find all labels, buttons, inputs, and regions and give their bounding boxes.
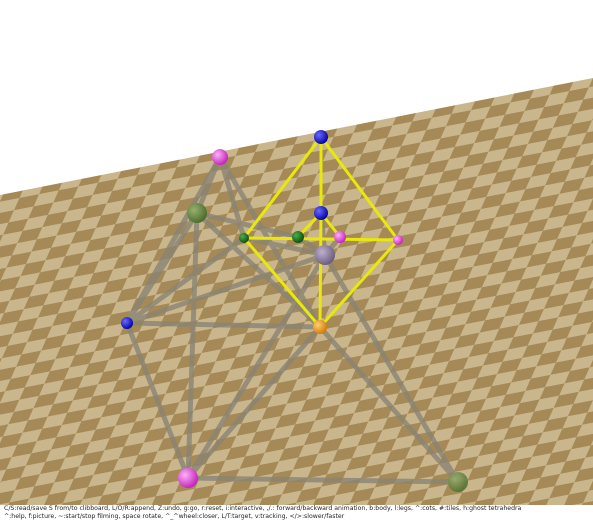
magenta-joint[interactable] xyxy=(178,468,198,488)
keyboard-help-bar: C/S:read/save S from/to clibboard, L/O/R… xyxy=(4,505,589,522)
yellow-strut xyxy=(318,211,323,329)
orange-joint[interactable] xyxy=(313,320,327,334)
blue-joint[interactable] xyxy=(314,206,328,220)
blue-joint[interactable] xyxy=(121,317,133,329)
olive-joint[interactable] xyxy=(187,203,207,223)
green-joint[interactable] xyxy=(292,231,304,243)
magenta-joint[interactable] xyxy=(334,231,346,243)
purple-body-joint[interactable] xyxy=(315,245,335,265)
magenta-joint[interactable] xyxy=(393,235,403,245)
olive-joint[interactable] xyxy=(448,472,468,492)
3d-viewport[interactable] xyxy=(0,0,593,527)
magenta-joint[interactable] xyxy=(212,149,228,165)
blue-joint[interactable] xyxy=(314,130,328,144)
help-line: ^:help, f:picture, ~:start/stop filming,… xyxy=(4,513,345,521)
help-line: C/S:read/save S from/to clibboard, L/O/R… xyxy=(4,505,522,512)
green-joint[interactable] xyxy=(239,233,249,243)
